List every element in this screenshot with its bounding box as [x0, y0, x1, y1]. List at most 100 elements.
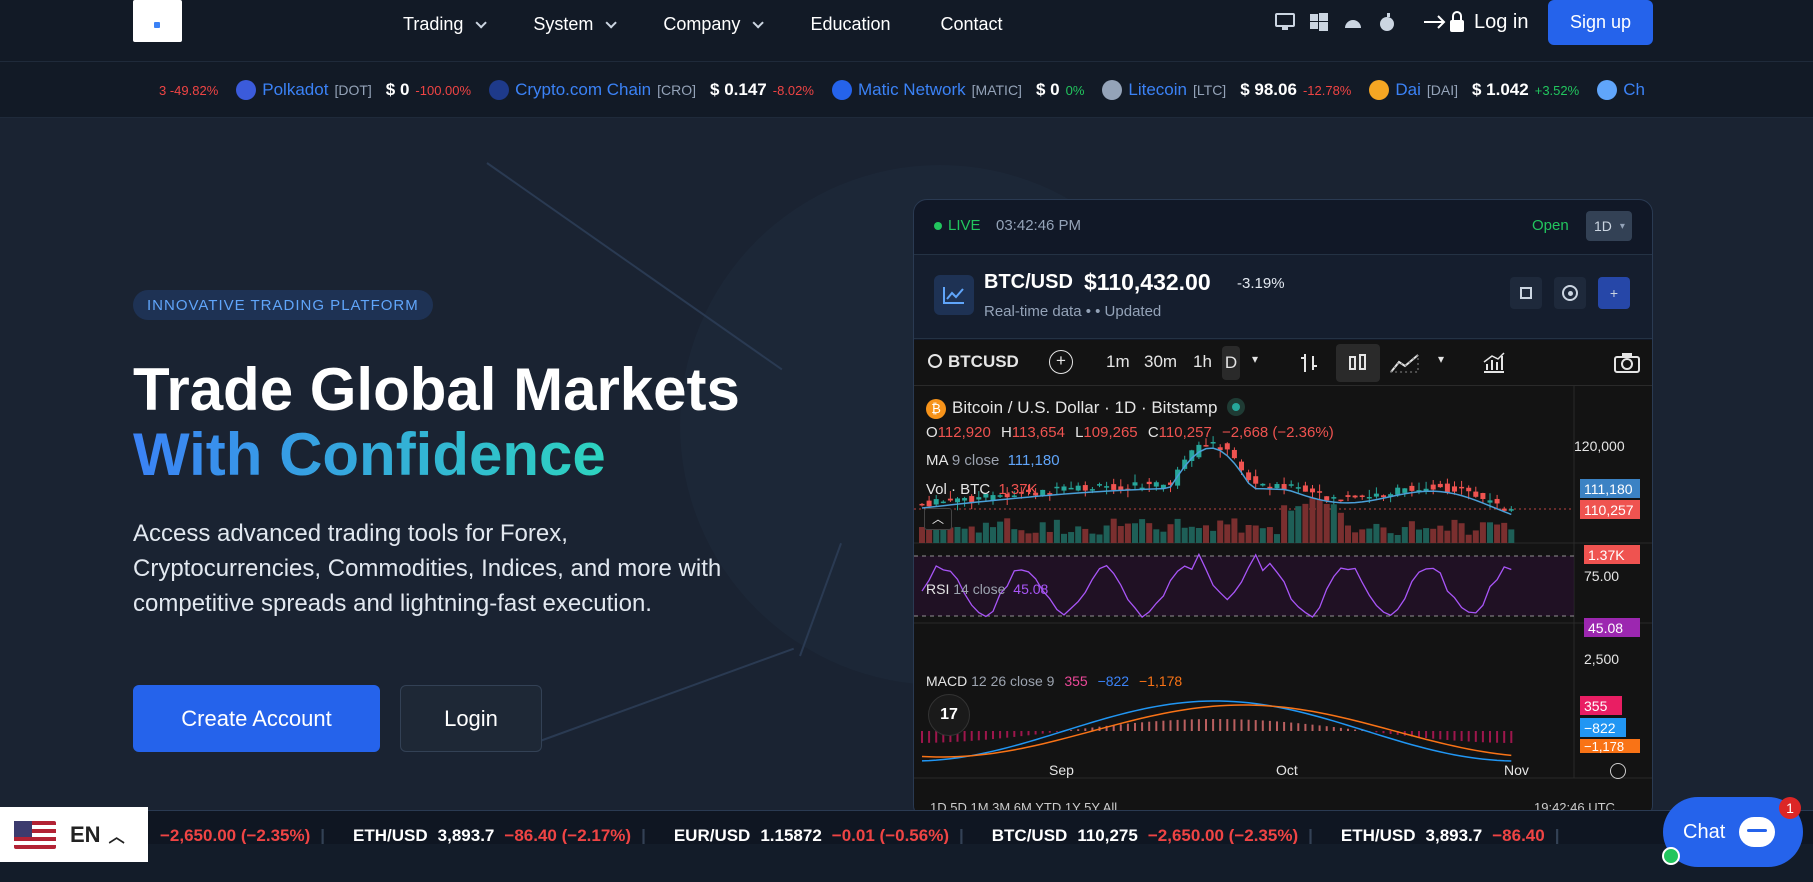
crypto-ticker: 3 -49.82% Polkadot [DOT] $ 0 -100.00% Crypto.…	[0, 62, 1813, 118]
coin-symbol: [DAI]	[1426, 82, 1458, 98]
ohlc-change: −2,668 (−2.36%)	[1221, 424, 1334, 441]
macd-histogram-bar	[1233, 719, 1236, 731]
nav-company[interactable]: Company	[663, 14, 765, 35]
coin-icon	[1102, 80, 1123, 100]
ma-params: 9 close	[951, 452, 1000, 469]
macd-histogram-bar	[1190, 719, 1193, 731]
square-icon	[1520, 287, 1532, 299]
coin-icon	[489, 80, 510, 100]
coin-name: Ch	[1623, 80, 1645, 99]
chevron-down-icon[interactable]: ▾	[1252, 352, 1258, 366]
volume-bar	[1288, 510, 1295, 543]
widget-status-bar: LIVE 03:42:46 PM Open 1D ▾	[914, 200, 1652, 255]
coin-price: $ 0	[385, 80, 410, 99]
decorative-line	[539, 647, 795, 742]
collapse-legend-button[interactable]: ︿	[924, 508, 952, 530]
ticker-item[interactable]: Crypto.com Chain [CRO] $ 0.147 -8.02%	[489, 80, 814, 100]
candle-body	[1281, 484, 1287, 490]
interval-1h[interactable]: 1h	[1193, 352, 1212, 372]
forex-ticker-item[interactable]: ETH/USD 3,893.7 −86.40 |	[1341, 826, 1560, 844]
macd-histogram-bar	[992, 731, 994, 740]
timeframe-select[interactable]: 1D ▾	[1586, 211, 1632, 241]
macd-histogram-bar	[1276, 721, 1278, 731]
coin-symbol: [MATIC]	[971, 82, 1022, 98]
compare-plus-icon[interactable]: +	[1049, 350, 1073, 374]
nav-education[interactable]: Education	[810, 14, 890, 35]
widget-pair: BTC/USD	[984, 271, 1073, 293]
macd-signal-value: −1,178	[1139, 673, 1183, 689]
candle-body	[1295, 487, 1301, 489]
volume-bar	[1039, 522, 1046, 543]
chart-title: ₿ Bitcoin / U.S. Dollar · 1D · Bitstamp	[926, 398, 1246, 419]
forex-ticker-item[interactable]: EUR/USD 1.15872 −0.01 (−0.56%) |	[674, 826, 964, 844]
price-chart-svg[interactable]	[914, 386, 1653, 819]
forex-pair: ETH/USD	[1340, 826, 1416, 844]
close-price-tag: 110,257	[1580, 500, 1640, 519]
bar-chart-icon[interactable]	[1299, 352, 1319, 379]
live-dot-icon	[934, 221, 942, 230]
ohlc-high: 113,654	[1011, 424, 1065, 441]
volume-bar	[1068, 532, 1075, 543]
forex-ticker-item[interactable]: ETH/USD 3,893.7 −86.40 (−2.17%) |	[353, 826, 646, 844]
hero-login-button[interactable]: Login	[400, 685, 542, 752]
ticker-item[interactable]: Litecoin [LTC] $ 98.06 -12.78%	[1102, 80, 1351, 100]
volume-bar	[1075, 526, 1082, 543]
ticker-item[interactable]: 3 -49.82%	[133, 83, 218, 98]
create-account-button[interactable]: Create Account	[133, 685, 380, 752]
chevron-down-icon[interactable]: ▾	[1438, 352, 1444, 366]
ticker-item[interactable]: Dai [DAI] $ 1.042 +3.52%	[1369, 80, 1579, 100]
volume-bar	[1252, 525, 1259, 543]
nav-trading[interactable]: Trading	[403, 14, 488, 35]
indicators-icon[interactable]	[1482, 352, 1506, 379]
camera-icon[interactable]	[1614, 352, 1640, 379]
ticker-item[interactable]: Matic Network [MATIC] $ 0 0%	[831, 80, 1084, 100]
nav-contact[interactable]: Contact	[941, 14, 1003, 35]
live-indicator: LIVE	[934, 217, 981, 234]
tradingview-logo-icon[interactable]: 17	[928, 694, 970, 736]
add-button[interactable]: +	[1598, 277, 1630, 309]
volume-bar	[1203, 525, 1209, 543]
desktop-icon[interactable]	[1275, 12, 1295, 32]
macd-histogram-bar	[1418, 731, 1420, 738]
volume-bar	[1458, 523, 1465, 543]
settings-gear-icon[interactable]	[1610, 763, 1626, 779]
logo[interactable]	[133, 0, 182, 42]
symbol-search[interactable]: BTCUSD	[928, 352, 1019, 372]
ticker-item[interactable]: Ch	[1597, 80, 1653, 100]
x-tick-oct: Oct	[1276, 762, 1298, 778]
chat-button[interactable]: Chat 1	[1663, 797, 1803, 867]
nav-education-label: Education	[810, 14, 891, 34]
android-icon[interactable]	[1343, 12, 1363, 32]
volume-bar	[926, 529, 933, 543]
coin-symbol: [CRO]	[657, 82, 697, 98]
candle-body	[1480, 493, 1486, 499]
macd-histogram-bar	[1169, 720, 1172, 731]
area-chart-icon[interactable]	[1389, 352, 1420, 379]
volume-bar	[1082, 528, 1089, 543]
volume-bar	[1018, 530, 1025, 543]
ma-legend: MA 9 close 111,180	[926, 452, 1060, 469]
apple-icon[interactable]	[1377, 12, 1397, 32]
language-selector[interactable]: EN ︿	[0, 807, 148, 862]
ma-value: 111,180	[1007, 452, 1060, 469]
macd-histogram-bar	[1197, 719, 1200, 731]
macd-histogram-bar	[1283, 721, 1286, 731]
ticker-item[interactable]: Polkadot [DOT] $ 0 -100.00%	[236, 80, 471, 100]
nav-system[interactable]: System	[533, 14, 618, 35]
signup-button[interactable]: Sign up	[1548, 0, 1653, 45]
login-link[interactable]: Log in	[1422, 10, 1529, 34]
windows-icon[interactable]	[1309, 12, 1329, 32]
volume-bar	[1188, 526, 1195, 543]
forex-ticker-item[interactable]: −2,650.00 (−2.35%) |	[140, 826, 325, 844]
interval-d[interactable]: D	[1222, 346, 1240, 380]
fullscreen-button[interactable]	[1510, 277, 1542, 309]
candle-body	[1231, 449, 1237, 459]
interval-1m[interactable]: 1m	[1106, 352, 1130, 372]
interval-30m[interactable]: 30m	[1144, 352, 1177, 372]
target-button[interactable]	[1554, 277, 1586, 309]
macd-histogram-bar	[1389, 731, 1392, 735]
volume-bar	[1330, 504, 1337, 543]
candles-icon[interactable]	[1336, 344, 1380, 382]
macd-signal-tag: −1,178	[1580, 739, 1640, 754]
forex-ticker-item[interactable]: BTC/USD 110,275 −2,650.00 (−2.35%) |	[992, 826, 1313, 844]
